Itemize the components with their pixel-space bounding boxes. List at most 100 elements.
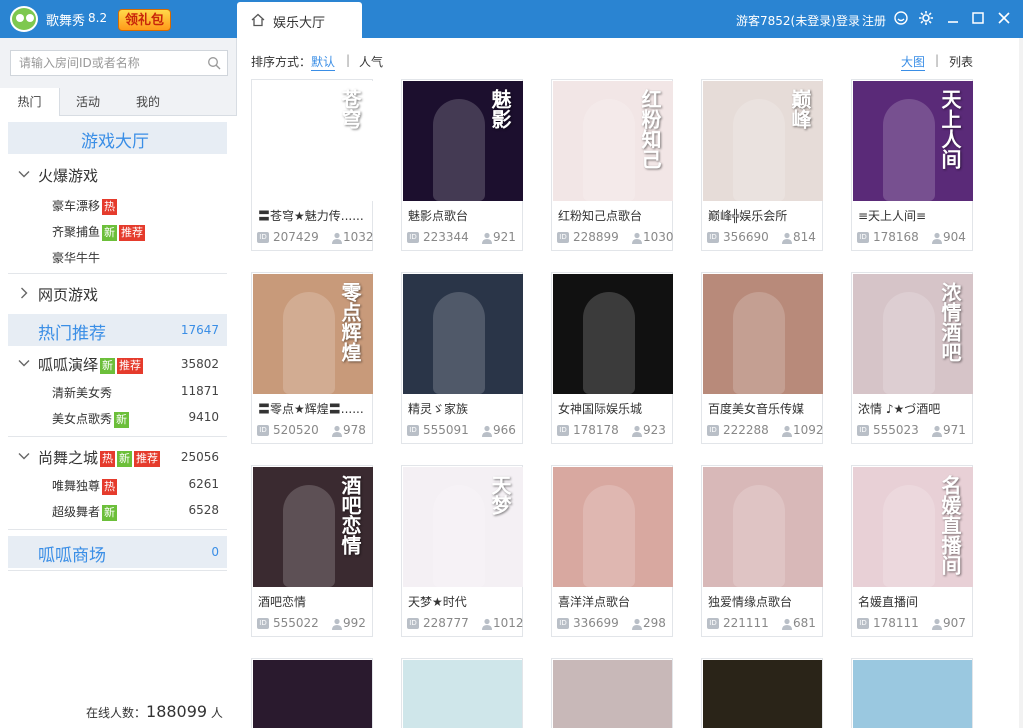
room-thumbnail[interactable]: 天上人间 — [853, 81, 973, 201]
online-label: 在线人数： — [86, 706, 147, 720]
chevron-down-icon — [18, 171, 30, 178]
mall-count: 0 — [211, 545, 219, 559]
room-card[interactable] — [701, 658, 823, 728]
viewer-count: 907 — [943, 616, 966, 630]
web-games-group[interactable]: 网页游戏 — [0, 282, 237, 306]
room-thumbnail[interactable] — [403, 274, 523, 394]
room-thumbnail[interactable]: 名媛直播间 — [853, 467, 973, 587]
list-item-fresh-beauty[interactable]: 清新美女秀 11871 — [0, 380, 237, 402]
hot-games-group[interactable]: 火爆游戏 — [0, 163, 237, 187]
room-thumbnail[interactable] — [553, 467, 673, 587]
room-thumbnail[interactable]: 魅影 — [403, 81, 523, 201]
list-item-song-show[interactable]: 美女点歌秀新 9410 — [0, 406, 237, 428]
room-card[interactable]: 天梦 天梦★时代 ID 228777 1012 — [401, 465, 524, 637]
sort-default-link[interactable]: 默认 — [311, 53, 336, 71]
room-thumbnail[interactable]: 浓情酒吧 — [853, 274, 973, 394]
register-link[interactable]: 注册 — [862, 12, 886, 29]
room-card[interactable]: 精灵ゞ家族 ID 555091 966 — [401, 272, 523, 444]
sort-popular-link[interactable]: 人气 — [359, 53, 383, 70]
room-card[interactable]: 喜洋洋点歌台 ID 336699 298 — [551, 465, 673, 637]
room-id: 223344 — [423, 230, 469, 244]
list-item-fishing[interactable]: 齐聚捕鱼新推荐 — [0, 219, 237, 241]
room-thumbnail[interactable]: 苍穹 — [253, 81, 373, 201]
room-thumbnail[interactable] — [703, 467, 823, 587]
room-thumbnail[interactable] — [703, 660, 822, 728]
user-status: 游客7852(未登录) — [736, 14, 836, 28]
room-card[interactable]: 巅峰 巅峰╬娱乐会所 ID 356690 814 — [701, 79, 823, 251]
room-name[interactable]: 喜洋洋点歌台 — [558, 593, 670, 610]
search-icon[interactable] — [207, 56, 221, 70]
room-card[interactable] — [401, 658, 523, 728]
tab-activity[interactable]: 活动 — [58, 88, 118, 116]
room-name[interactable]: 〓苍穹★魅力传...... — [258, 207, 370, 224]
room-thumbnail[interactable] — [253, 660, 372, 728]
room-name[interactable]: 魅影点歌台 — [408, 207, 520, 224]
room-card[interactable]: 红粉知己 红粉知己点歌台 ID 228899 1030 — [551, 79, 674, 251]
room-thumbnail[interactable] — [553, 274, 673, 394]
guagua-group[interactable]: 呱呱演绎新推荐 35802 — [0, 352, 237, 376]
gift-pack-button[interactable]: 领礼包 — [118, 9, 172, 31]
game-hall-header[interactable]: 游戏大厅 — [8, 122, 227, 154]
tab-mine[interactable]: 我的 — [118, 88, 178, 116]
room-card[interactable]: 苍穹 〓苍穹★魅力传...... ID 207429 1032 — [251, 79, 374, 251]
room-name[interactable]: 名媛直播间 — [858, 593, 970, 610]
room-card[interactable]: 百度美女音乐传媒 ID 222288 1092 — [701, 272, 824, 444]
room-name[interactable]: 巅峰╬娱乐会所 — [708, 207, 820, 224]
room-thumbnail[interactable]: 巅峰 — [703, 81, 823, 201]
skin-icon[interactable] — [893, 10, 909, 26]
tab-hot[interactable]: 热门 — [0, 88, 60, 117]
room-id: 520520 — [273, 423, 319, 437]
tab-entertainment-hall[interactable]: 娱乐大厅 — [237, 2, 362, 38]
room-name[interactable]: 独爱情缘点歌台 — [708, 593, 820, 610]
view-big-link[interactable]: 大图 — [901, 53, 926, 71]
room-card[interactable]: 零点辉煌 〓零点★辉煌〓...... ID 520520 978 — [251, 272, 373, 444]
room-meta: ID 178168 904 — [857, 230, 973, 246]
list-item-dance-king[interactable]: 唯舞独尊热 6261 — [0, 473, 237, 495]
web-games-label: 网页游戏 — [38, 286, 99, 304]
room-name[interactable]: ≡天上人间≡ — [858, 207, 970, 224]
room-name[interactable]: 浓情 ♪★づ酒吧 — [858, 400, 970, 417]
gear-icon[interactable] — [918, 10, 934, 26]
room-card[interactable]: 魅影 魅影点歌台 ID 223344 921 — [401, 79, 523, 251]
room-card[interactable] — [851, 658, 973, 728]
login-link[interactable]: 登录 — [836, 12, 860, 29]
room-card[interactable]: 浓情酒吧 浓情 ♪★づ酒吧 ID 555023 971 — [851, 272, 973, 444]
room-name[interactable]: 百度美女音乐传媒 — [708, 400, 820, 417]
room-card[interactable]: 独爱情缘点歌台 ID 221111 681 — [701, 465, 823, 637]
room-card[interactable] — [251, 658, 373, 728]
room-thumbnail[interactable] — [703, 274, 823, 394]
room-name[interactable]: 酒吧恋情 — [258, 593, 370, 610]
room-thumbnail[interactable]: 酒吧恋情 — [253, 467, 373, 587]
close-icon[interactable] — [996, 10, 1012, 26]
room-thumbnail[interactable]: 天梦 — [403, 467, 523, 587]
room-id-icon: ID — [407, 618, 419, 629]
app-version: 8.2 — [88, 11, 108, 25]
room-name[interactable]: 女神国际娱乐城 — [558, 400, 670, 417]
room-thumbnail[interactable] — [853, 660, 972, 728]
mall-header[interactable]: 呱呱商场 0 — [8, 536, 227, 568]
room-thumbnail[interactable]: 红粉知己 — [553, 81, 673, 201]
list-item-super-dancer[interactable]: 超级舞者新 6528 — [0, 499, 237, 521]
dance-city-group[interactable]: 尚舞之城热新推荐 25056 — [0, 445, 237, 469]
hot-recommend-header[interactable]: 热门推荐 17647 — [8, 314, 227, 346]
room-thumbnail[interactable]: 零点辉煌 — [253, 274, 373, 394]
scrollbar[interactable] — [1019, 38, 1023, 728]
room-card[interactable]: 天上人间 ≡天上人间≡ ID 178168 904 — [851, 79, 973, 251]
room-card[interactable]: 酒吧恋情 酒吧恋情 ID 555022 992 — [251, 465, 373, 637]
room-card[interactable] — [551, 658, 673, 728]
room-name[interactable]: 红粉知己点歌台 — [558, 207, 670, 224]
room-name[interactable]: 精灵ゞ家族 — [408, 400, 520, 417]
list-item-car-drift[interactable]: 豪车漂移热 — [0, 193, 237, 215]
room-name[interactable]: 天梦★时代 — [408, 593, 520, 610]
room-name[interactable]: 〓零点★辉煌〓...... — [258, 400, 370, 417]
maximize-icon[interactable] — [970, 10, 986, 26]
room-thumbnail[interactable] — [553, 660, 672, 728]
search-input[interactable] — [19, 55, 199, 71]
item-label: 唯舞独尊 — [52, 479, 101, 493]
list-item-niuniu[interactable]: 豪华牛牛 — [0, 245, 237, 267]
minimize-icon[interactable] — [945, 10, 961, 26]
room-card[interactable]: 女神国际娱乐城 ID 178178 923 — [551, 272, 673, 444]
view-list-link[interactable]: 列表 — [949, 53, 973, 70]
room-thumbnail[interactable] — [403, 660, 522, 728]
room-card[interactable]: 名媛直播间 名媛直播间 ID 178111 907 — [851, 465, 973, 637]
